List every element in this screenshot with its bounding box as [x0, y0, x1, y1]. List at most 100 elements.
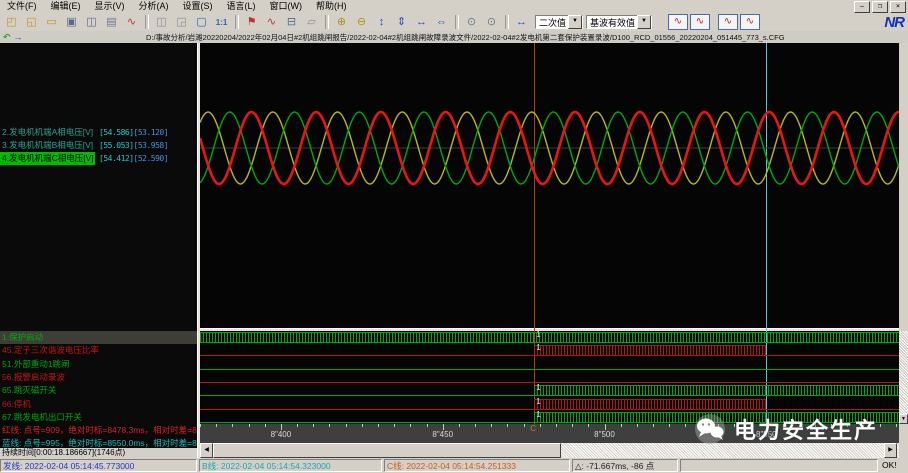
main-content: 红线: 点号=909，绝对时标=8478.3ms，相对时差=8538.3ms 蓝… [0, 43, 908, 458]
one-to-one-icon[interactable]: 1:1 [212, 15, 231, 30]
zoom-in-icon[interactable]: ⊕ [332, 15, 351, 30]
amplitude-expand-icon[interactable]: ↕ [372, 15, 391, 30]
preview-icon[interactable]: ◲ [172, 15, 191, 30]
scroll-down-icon[interactable]: ▼ [899, 414, 908, 424]
horizontal-scrollbar[interactable]: ◀ ▶ [200, 443, 899, 458]
axis-tick [507, 424, 508, 427]
wave-zoom-icon-4[interactable]: ∿ [740, 14, 760, 30]
binary-channel-row[interactable]: 51.外部重动1跳闸 [0, 358, 197, 371]
start-line-time: 发线: 2022-02-04 05:14:45.773000 [0, 459, 197, 472]
axis-tick [572, 424, 573, 427]
axis-tick [394, 424, 395, 427]
nav-forward-icon[interactable]: → [14, 32, 23, 42]
print-icon[interactable]: ▤ [102, 15, 121, 30]
report-page-icon[interactable]: ▱ [302, 15, 321, 30]
nav-back-icon[interactable]: ↶ [3, 32, 11, 42]
menu-item-1[interactable]: 编辑(E) [44, 0, 88, 13]
wave-zoom-icon-3[interactable]: ∿ [718, 14, 738, 30]
export-icon[interactable]: ◫ [82, 15, 101, 30]
cursor-move-icon[interactable]: ↔ [512, 15, 531, 30]
channel-values: [54.586][53.120] [99, 126, 168, 139]
analog-channel-row[interactable]: 4.发电机机端C相电压[V][54.412][52.590] [0, 152, 197, 165]
wechat-icon [692, 413, 728, 445]
axis-tick [297, 424, 298, 427]
waveform-report-icon[interactable]: ∿ [122, 15, 141, 30]
axis-tick-label: 8"450 [432, 430, 453, 439]
close-icon[interactable]: × [890, 1, 906, 13]
axis-tick-label: 8"500 [594, 430, 615, 439]
status-bar: 发线: 2022-02-04 05:14:45.773000B线: 2022-0… [0, 458, 908, 473]
axis-tick [491, 424, 492, 427]
axis-tick [313, 424, 314, 427]
amplitude-shrink-icon[interactable]: ⇕ [392, 15, 411, 30]
menu-item-3[interactable]: 分析(A) [132, 0, 176, 13]
binary-trace-定子三次谐波电压比率 [200, 344, 899, 357]
binary-low-segment [200, 409, 534, 410]
menu-item-5[interactable]: 语言(L) [220, 0, 263, 13]
binary-high-segment [534, 399, 766, 410]
axis-tick [621, 424, 622, 427]
channel-values: [54.412][52.590] [99, 152, 168, 165]
binary-low-segment [200, 355, 534, 356]
menu-item-6[interactable]: 窗口(W) [263, 0, 310, 13]
binary-low-segment [766, 355, 899, 356]
restore-icon[interactable]: ❐ [872, 1, 888, 13]
open-folder-icon[interactable]: ◱ [22, 15, 41, 30]
scroll-left-icon[interactable]: ◀ [200, 443, 213, 458]
binary-channel-row[interactable]: 56.报警启动录波 [0, 371, 197, 384]
binary-channel-row[interactable]: 1.保护启动 [0, 331, 197, 344]
toolbar-separator [235, 15, 239, 29]
binary-channel-row[interactable]: 45.定子三次谐波电压比率 [0, 344, 197, 357]
binary-low-segment [200, 369, 899, 370]
wave-zoom-icon-1[interactable]: ∿ [668, 14, 688, 30]
toolbar-separator [145, 15, 149, 29]
axis-tick [588, 424, 589, 427]
toolbar-separator [325, 15, 329, 29]
axis-tick [475, 424, 476, 427]
analog-channel-row[interactable]: 2.发电机机端A相电压[V][54.586][53.120] [0, 126, 197, 139]
binary-channel-row[interactable]: 67.跳发电机出口开关 [0, 411, 197, 424]
menu-item-0[interactable]: 文件(F) [0, 0, 44, 13]
axis-tick-label: 8"400 [271, 430, 292, 439]
zoom-out-icon[interactable]: ⊖ [352, 15, 371, 30]
status-spacer [680, 459, 878, 472]
recent-folder-icon[interactable]: ▭ [42, 15, 61, 30]
wave-split-icon[interactable]: ⊟ [282, 15, 301, 30]
menu-item-4[interactable]: 设置(S) [176, 0, 220, 13]
wave-zoom-icon-2[interactable]: ∿ [690, 14, 710, 30]
time-shrink-icon[interactable]: ⇔ [432, 15, 451, 30]
value-type-combobox[interactable]: 二次值 ▼ [535, 15, 583, 29]
zoom-restore-icon[interactable]: ⊙ [482, 15, 501, 30]
analog-channel-row[interactable]: 3.发电机机端B相电压[V][55.053][53.958] [0, 139, 197, 152]
fit-window-icon[interactable]: ▢ [192, 15, 211, 30]
status-ok: OK! [880, 459, 906, 472]
chevron-down-icon[interactable]: ▼ [637, 15, 651, 29]
analog-waveforms [200, 43, 899, 328]
chevron-down-icon[interactable]: ▼ [568, 15, 582, 29]
axis-tick [524, 424, 525, 427]
menu-item-7[interactable]: 帮助(H) [309, 0, 354, 13]
save-icon[interactable]: ▣ [62, 15, 81, 30]
axis-tick [200, 424, 201, 427]
minimize-icon[interactable]: – [854, 1, 870, 13]
scroll-right-icon[interactable]: ▶ [884, 443, 897, 458]
record-duration: 持续时间[0:00:18.186667](1746点) [0, 448, 197, 458]
scrollbar-thumb[interactable] [213, 443, 561, 458]
wave-view-icon[interactable]: ∿ [262, 15, 281, 30]
menu-item-2[interactable]: 显示(V) [88, 0, 132, 13]
calc-type-combobox[interactable]: 基波有效值 ▼ [586, 15, 652, 29]
copy-icon[interactable]: ◫ [152, 15, 171, 30]
nr-logo: NR [884, 14, 904, 31]
waveform-plot-area[interactable]: 8"4008"4508"5008"550C ◀ ▶ 电力安全生产 11111 [200, 43, 899, 458]
binary-high-segment [200, 332, 899, 343]
binary-channel-row[interactable]: 66.停机 [0, 398, 197, 411]
binary-trace-外部重动1跳闸 [200, 358, 899, 371]
binary-channel-row[interactable]: 65.跳灭磁开关 [0, 384, 197, 397]
vertical-scrollbar[interactable] [899, 331, 908, 424]
axis-tick [556, 424, 557, 427]
flag-marker-icon[interactable]: ⚑ [242, 15, 261, 30]
binary-trace-停机 [200, 398, 899, 411]
zoom-area-icon[interactable]: ⊙ [462, 15, 481, 30]
time-expand-icon[interactable]: ↔ [412, 15, 431, 30]
open-file-icon[interactable]: ◰ [2, 15, 21, 30]
